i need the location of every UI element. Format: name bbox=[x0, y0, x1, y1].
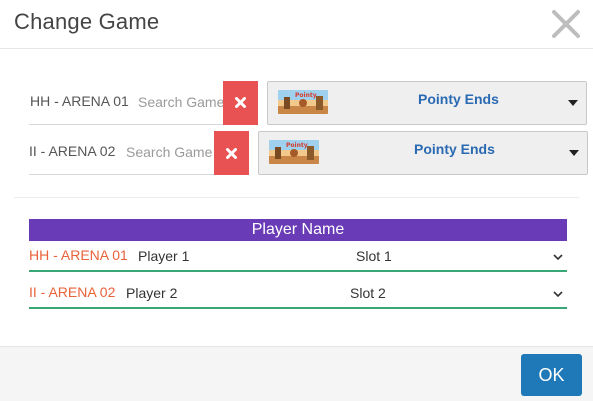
close-icon bbox=[552, 10, 580, 38]
dialog-title: Change Game bbox=[14, 9, 160, 34]
close-button[interactable] bbox=[549, 7, 583, 41]
player-row-slot: Slot 2 bbox=[350, 285, 386, 301]
arena-label: II - ARENA 02 bbox=[29, 143, 116, 159]
caret-down-icon bbox=[568, 100, 578, 106]
chevron-down-icon bbox=[553, 254, 563, 260]
game-name: Pointy Ends bbox=[418, 91, 499, 107]
clear-button[interactable] bbox=[223, 81, 258, 125]
dialog-header: Change Game bbox=[0, 0, 593, 49]
player-row-arena: HH - ARENA 01 bbox=[29, 247, 128, 263]
game-thumbnail: Pointy bbox=[269, 140, 319, 164]
arena-label: HH - ARENA 01 bbox=[30, 93, 129, 109]
arena-search-cell: HH - ARENA 01 bbox=[29, 81, 223, 125]
clear-x-icon bbox=[235, 97, 246, 108]
game-name: Pointy Ends bbox=[414, 141, 495, 157]
clear-x-icon bbox=[226, 148, 237, 159]
search-game-input[interactable] bbox=[138, 93, 223, 111]
chevron-down-icon bbox=[553, 291, 563, 297]
player-row-name: Player 1 bbox=[138, 248, 190, 264]
player-row-name: Player 2 bbox=[126, 285, 178, 301]
game-thumbnail: Pointy bbox=[278, 90, 328, 114]
svg-text:Pointy: Pointy bbox=[295, 92, 317, 99]
player-row-arena: II - ARENA 02 bbox=[29, 284, 116, 300]
caret-down-icon bbox=[569, 150, 579, 156]
arena-search-cell: II - ARENA 02 bbox=[29, 131, 214, 175]
change-game-dialog: Change Game HH - ARENA 01 Search Game Po… bbox=[0, 0, 593, 401]
clear-button[interactable] bbox=[214, 131, 249, 175]
player-row-slot: Slot 1 bbox=[356, 248, 392, 264]
game-select[interactable]: Pointy Pointy Ends bbox=[267, 81, 587, 125]
dialog-footer bbox=[0, 346, 593, 401]
player-row[interactable]: HH - ARENA 01 Player 1 Slot 1 bbox=[29, 242, 567, 272]
player-row[interactable]: II - ARENA 02 Player 2 Slot 2 bbox=[29, 279, 567, 309]
player-table-header: Player Name bbox=[29, 219, 567, 241]
section-divider bbox=[14, 197, 579, 198]
search-game-input[interactable] bbox=[126, 143, 214, 161]
ok-button[interactable]: OK bbox=[521, 354, 582, 396]
svg-text:Pointy: Pointy bbox=[286, 142, 308, 149]
game-select[interactable]: Pointy Pointy Ends bbox=[258, 131, 588, 175]
